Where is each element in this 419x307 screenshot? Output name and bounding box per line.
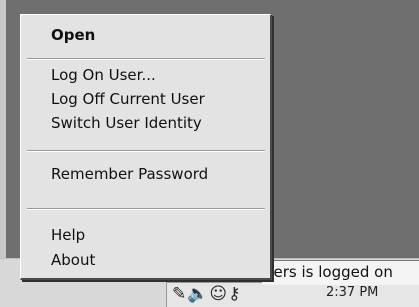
menu-separator [27, 208, 265, 210]
menu-item-help[interactable]: Help [51, 225, 85, 245]
speaker-icon[interactable]: 🔈 [187, 284, 209, 304]
context-menu: Open Log On User... Log Off Current User… [20, 14, 272, 280]
menu-item-log-off-current-user[interactable]: Log Off Current User [51, 89, 205, 109]
menu-item-log-on-user[interactable]: Log On User... [51, 65, 156, 85]
menu-item-about[interactable]: About [51, 250, 95, 270]
user-icon[interactable]: ☺ [209, 284, 228, 304]
key-icon[interactable]: ⚷ [228, 284, 241, 304]
tray-balloon: ders is logged on [262, 260, 419, 285]
tray-icons[interactable]: ✎🔈☺⚷ [172, 284, 282, 304]
menu-separator [27, 58, 265, 60]
balloon-text: ders is logged on [264, 263, 393, 281]
tray-clock[interactable]: 2:37 PM [326, 284, 378, 302]
menu-item-open[interactable]: Open [51, 25, 95, 45]
menu-item-remember-password[interactable]: Remember Password [51, 164, 208, 184]
pencil-icon[interactable]: ✎ [172, 284, 187, 304]
menu-separator [27, 150, 265, 152]
menu-item-switch-user-identity[interactable]: Switch User Identity [51, 113, 202, 133]
